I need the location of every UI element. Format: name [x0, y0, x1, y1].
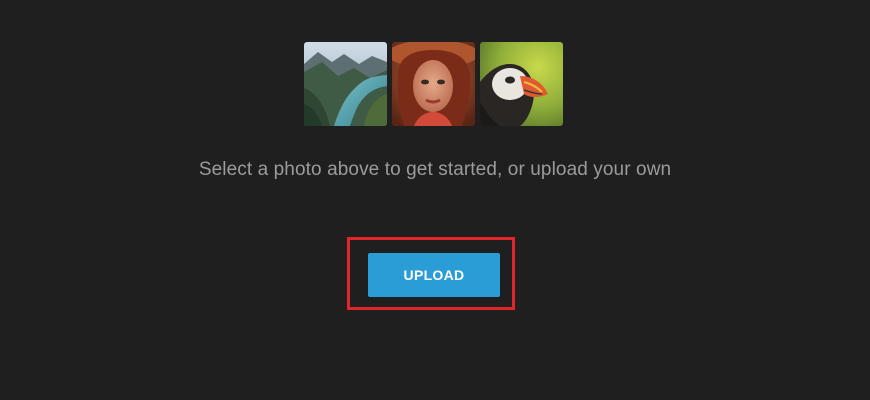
sample-photo-strip [304, 42, 563, 126]
upload-button[interactable]: UPLOAD [368, 253, 500, 297]
sample-photo-portrait[interactable] [392, 42, 475, 126]
portrait-woman-image [392, 42, 475, 126]
sample-photo-landscape[interactable] [304, 42, 387, 126]
photo-picker-page: Select a photo above to get started, or … [0, 0, 870, 400]
puffin-bird-image [480, 42, 563, 126]
landscape-lake-image [304, 42, 387, 126]
get-started-prompt: Select a photo above to get started, or … [198, 159, 672, 180]
sample-photo-puffin[interactable] [480, 42, 563, 126]
